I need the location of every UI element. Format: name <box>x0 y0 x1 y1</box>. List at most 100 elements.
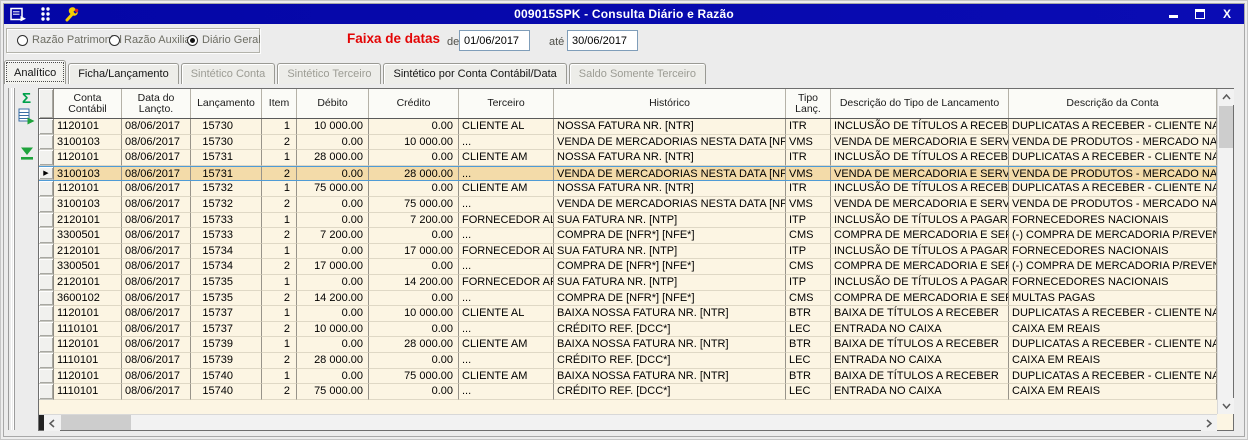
cell-historico[interactable]: COMPRA DE [NFR*] [NFE*] <box>554 228 786 244</box>
cell-descricao-da-conta[interactable]: VENDA DE PRODUTOS - MERCADO NACIONAL <box>1009 196 1217 213</box>
cell-descricao-do-tipo-de-lancamento[interactable]: INCLUSÃO DE TÍTULOS A RECEBER <box>831 150 1009 166</box>
table-row[interactable]: 3300501 08/06/2017 15734 2 17 000.00 0.00... C… <box>39 259 1217 275</box>
cell-conta-contabil[interactable]: 1120101 <box>54 368 122 385</box>
cell-lancamento[interactable]: 15734 <box>191 259 262 275</box>
cell-terceiro[interactable]: ... <box>459 384 554 400</box>
cell-item[interactable]: 2 <box>262 352 297 369</box>
cell-debito[interactable]: 0.00 <box>297 134 369 151</box>
cell-conta-contabil[interactable]: 2120101 <box>54 212 122 229</box>
cell-descricao-do-tipo-de-lancamento[interactable]: INCLUSÃO DE TÍTULOS A PAGAR <box>831 243 1009 260</box>
cell-descricao-do-tipo-de-lancamento[interactable]: INCLUSÃO DE TÍTULOS A RECEBER <box>831 119 1009 135</box>
cell-historico[interactable]: BAIXA NOSSA FATURA NR. [NTR] <box>554 306 786 322</box>
table-row[interactable]: 2120101 08/06/2017 15735 1 0.00 14 200.00 FORN… <box>39 274 1217 291</box>
row-selector[interactable] <box>39 259 54 275</box>
cell-descricao-do-tipo-de-lancamento[interactable]: VENDA DE MERCADORIA E SERVIÇO <box>831 134 1009 151</box>
cell-historico[interactable]: VENDA DE MERCADORIAS NESTA DATA [NFS*] <box>554 134 786 151</box>
cell-data-do-lancto[interactable]: 08/06/2017 <box>122 306 191 322</box>
cell-conta-contabil[interactable]: 3300501 <box>54 259 122 275</box>
cell-credito[interactable]: 0.00 <box>369 259 459 275</box>
cell-terceiro[interactable]: ... <box>459 352 554 369</box>
cell-debito[interactable]: 0.00 <box>297 166 369 181</box>
cell-descricao-do-tipo-de-lancamento[interactable]: BAIXA DE TÍTULOS A RECEBER <box>831 306 1009 322</box>
cell-conta-contabil[interactable]: 3100103 <box>54 196 122 213</box>
cell-lancamento[interactable]: 15732 <box>191 181 262 197</box>
table-row[interactable]: 1120101 08/06/2017 15732 1 75 000.00 0.00 CLIE… <box>39 181 1217 197</box>
cell-item[interactable]: 1 <box>262 368 297 385</box>
cell-item[interactable]: 2 <box>262 321 297 338</box>
cell-data-do-lancto[interactable]: 08/06/2017 <box>122 166 191 181</box>
vertical-scroll-thumb[interactable] <box>1219 106 1233 148</box>
cell-historico[interactable]: NOSSA FATURA NR. [NTR] <box>554 150 786 166</box>
cell-lancamento[interactable]: 15737 <box>191 321 262 338</box>
cell-descricao-do-tipo-de-lancamento[interactable]: ENTRADA NO CAIXA <box>831 352 1009 369</box>
cell-terceiro[interactable]: ... <box>459 321 554 338</box>
cell-descricao-da-conta[interactable]: DUPLICATAS A RECEBER - CLIENTE NACIONAL <box>1009 306 1217 322</box>
cell-tipo-lanc[interactable]: ITP <box>786 243 831 260</box>
row-selector[interactable] <box>39 384 54 400</box>
row-selector[interactable] <box>39 134 54 151</box>
cell-conta-contabil[interactable]: 2120101 <box>54 243 122 260</box>
cell-conta-contabil[interactable]: 2120101 <box>54 274 122 291</box>
horizontal-scroll-track[interactable] <box>131 415 1201 430</box>
cell-item[interactable]: 1 <box>262 181 297 197</box>
row-selector[interactable] <box>39 181 54 197</box>
cell-debito[interactable]: 0.00 <box>297 274 369 291</box>
table-row[interactable]: 3600102 08/06/2017 15735 2 14 200.00 0.00... C… <box>39 290 1217 307</box>
cell-debito[interactable]: 14 200.00 <box>297 290 369 307</box>
cell-credito[interactable]: 0.00 <box>369 321 459 338</box>
maximize-button[interactable] <box>1193 7 1207 21</box>
radio-diario-geral[interactable]: Diário Geral <box>187 34 261 46</box>
cell-descricao-da-conta[interactable]: DUPLICATAS A RECEBER - CLIENTE NACIONAL <box>1009 119 1217 135</box>
cell-terceiro[interactable]: ... <box>459 259 554 275</box>
cell-debito[interactable]: 28 000.00 <box>297 150 369 166</box>
cell-item[interactable]: 2 <box>262 134 297 151</box>
cell-terceiro[interactable]: ... <box>459 290 554 307</box>
cell-terceiro[interactable]: FORNECEDOR AL <box>459 212 554 229</box>
table-row[interactable]: 2120101 08/06/2017 15734 1 0.00 17 000.00 FORN… <box>39 243 1217 260</box>
cell-debito[interactable]: 0.00 <box>297 243 369 260</box>
cell-item[interactable]: 1 <box>262 150 297 166</box>
cell-historico[interactable]: CRÉDITO REF. [DCC*] <box>554 384 786 400</box>
cell-terceiro[interactable]: CLIENTE AL <box>459 306 554 322</box>
cell-historico[interactable]: SUA FATURA NR. [NTP] <box>554 243 786 260</box>
cell-data-do-lancto[interactable]: 08/06/2017 <box>122 384 191 400</box>
cell-conta-contabil[interactable]: 1110101 <box>54 321 122 338</box>
cell-debito[interactable]: 10 000.00 <box>297 119 369 135</box>
date-to-input[interactable] <box>567 30 638 51</box>
cell-conta-contabil[interactable]: 3300501 <box>54 228 122 244</box>
cell-historico[interactable]: COMPRA DE [NFR*] [NFE*] <box>554 259 786 275</box>
cell-historico[interactable]: BAIXA NOSSA FATURA NR. [NTR] <box>554 368 786 385</box>
cell-item[interactable]: 1 <box>262 119 297 135</box>
cell-item[interactable]: 1 <box>262 337 297 353</box>
radio-razao-auxiliar[interactable]: Razão Auxiliar <box>109 34 194 46</box>
cell-item[interactable]: 1 <box>262 306 297 322</box>
cell-descricao-da-conta[interactable]: (-) COMPRA DE MERCADORIA P/REVENDA <box>1009 259 1217 275</box>
splitter-groove[interactable] <box>8 88 12 430</box>
row-selector[interactable] <box>39 212 54 229</box>
cell-terceiro[interactable]: CLIENTE AM <box>459 181 554 197</box>
cell-historico[interactable]: NOSSA FATURA NR. [NTR] <box>554 119 786 135</box>
cell-descricao-da-conta[interactable]: FORNECEDORES NACIONAIS <box>1009 243 1217 260</box>
date-from-input[interactable] <box>459 30 530 51</box>
cell-lancamento[interactable]: 15733 <box>191 212 262 229</box>
cell-lancamento[interactable]: 15740 <box>191 384 262 400</box>
vertical-scrollbar[interactable] <box>1217 89 1234 414</box>
cell-tipo-lanc[interactable]: ITP <box>786 274 831 291</box>
cell-data-do-lancto[interactable]: 08/06/2017 <box>122 337 191 353</box>
cell-credito[interactable]: 0.00 <box>369 384 459 400</box>
table-row[interactable]: 3100103 08/06/2017 15730 2 0.00 10 000.00... V… <box>39 134 1217 151</box>
tab-analitico[interactable]: Analítico <box>4 60 67 84</box>
cell-descricao-do-tipo-de-lancamento[interactable]: INCLUSÃO DE TÍTULOS A RECEBER <box>831 181 1009 197</box>
table-row[interactable]: 2120101 08/06/2017 15733 1 0.00 7 200.00 FORNE… <box>39 212 1217 229</box>
cell-tipo-lanc[interactable]: VMS <box>786 166 831 181</box>
cell-terceiro[interactable]: ... <box>459 134 554 151</box>
cell-lancamento[interactable]: 15740 <box>191 368 262 385</box>
table-row[interactable]: 1120101 08/06/2017 15737 1 0.00 10 000.00 CLIE… <box>39 306 1217 322</box>
cell-tipo-lanc[interactable]: VMS <box>786 196 831 213</box>
cell-terceiro[interactable]: CLIENTE AM <box>459 368 554 385</box>
row-selector-current-icon[interactable]: ▶ <box>39 166 54 181</box>
cell-tipo-lanc[interactable]: ITR <box>786 181 831 197</box>
radio-razao-patrimonial[interactable]: Razão Patrimonial <box>17 34 122 46</box>
row-selector[interactable] <box>39 337 54 353</box>
cell-credito[interactable]: 17 000.00 <box>369 243 459 260</box>
